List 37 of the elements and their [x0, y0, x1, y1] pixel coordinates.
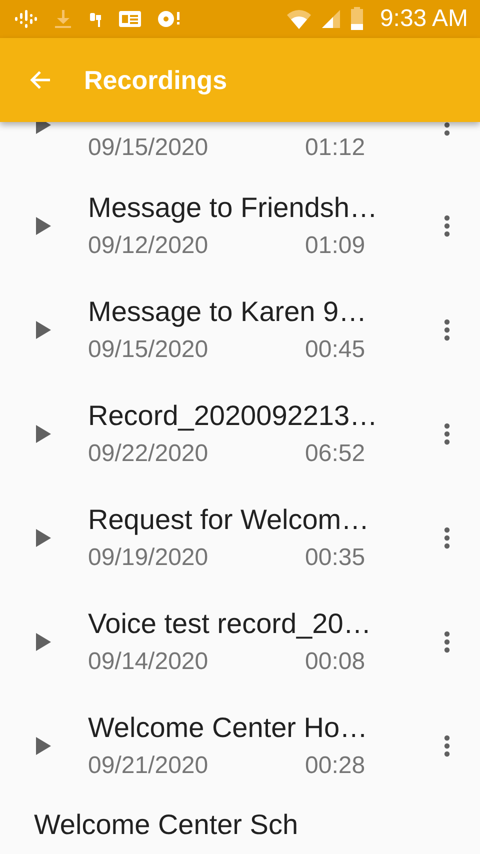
recording-title[interactable]: Welcome Center Ho…	[88, 711, 408, 745]
recording-date: 09/15/2020	[88, 133, 210, 163]
download-icon	[52, 8, 74, 30]
recording-title[interactable]: Request for Welcom…	[88, 503, 408, 537]
recording-duration: 00:35	[305, 543, 366, 573]
screen-title: Recordings	[84, 64, 228, 96]
news-icon	[118, 9, 142, 29]
recording-duration: 00:08	[305, 647, 366, 677]
more-options-icon[interactable]	[444, 215, 450, 237]
disc-icon	[156, 8, 182, 30]
more-options-icon[interactable]	[444, 423, 450, 445]
podcast-icon	[14, 8, 38, 30]
wifi-icon	[286, 8, 312, 30]
more-options-icon[interactable]	[444, 735, 450, 757]
recording-title[interactable]: Message to Karen 9…	[88, 295, 408, 329]
signal-icon	[320, 8, 342, 30]
recording-date: 09/14/2020	[88, 647, 210, 677]
recording-title[interactable]: Voice test record_20…	[88, 607, 408, 641]
recording-duration: 01:12	[305, 133, 366, 163]
recording-duration: 01:09	[305, 231, 366, 261]
recording-date: 09/22/2020	[88, 439, 210, 469]
recording-title[interactable]: Message to Friendsh…	[88, 191, 408, 225]
clock-time: 9:33 AM	[380, 5, 468, 33]
recording-duration: 06:52	[305, 439, 366, 469]
recording-duration: 00:28	[305, 751, 366, 781]
more-options-icon[interactable]	[444, 319, 450, 341]
recording-date: 09/19/2020	[88, 543, 210, 573]
more-options-icon[interactable]	[444, 527, 450, 549]
more-options-icon[interactable]	[444, 122, 450, 136]
recording-date: 09/21/2020	[88, 751, 210, 781]
more-options-icon[interactable]	[444, 631, 450, 653]
recording-duration: 00:45	[305, 335, 366, 365]
battery-icon	[350, 7, 364, 31]
recording-date: 09/15/2020	[88, 335, 210, 365]
recording-date: 09/12/2020	[88, 231, 210, 261]
recording-title[interactable]: Welcome Center Sch	[34, 808, 354, 842]
recording-title[interactable]: Record_2020092213…	[88, 399, 408, 433]
